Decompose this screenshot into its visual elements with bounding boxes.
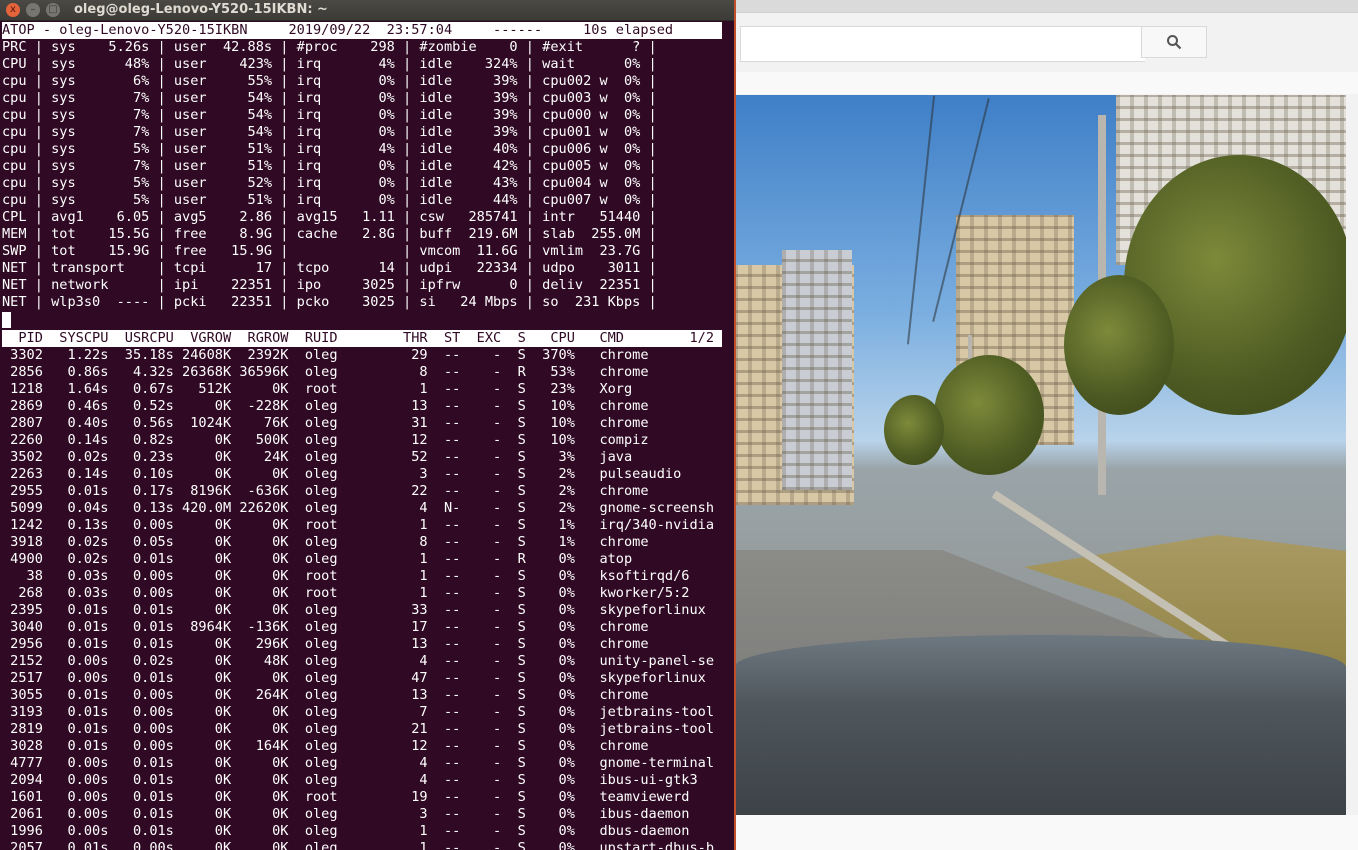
process-row: 1601 0.00s 0.01s 0K 0K root 19 -- - S 0%… (2, 789, 690, 805)
process-row: 2819 0.01s 0.00s 0K 0K oleg 21 -- - S 0%… (2, 721, 715, 737)
system-line: CPU | sys 48% | user 423% | irq 4% | idl… (2, 56, 657, 72)
system-line: cpu | sys 5% | user 52% | irq 0% | idle … (2, 175, 657, 191)
process-row: 2955 0.01s 0.17s 8196K -636K oleg 22 -- … (2, 483, 649, 499)
system-line: cpu | sys 6% | user 55% | irq 0% | idle … (2, 73, 657, 89)
system-line: MEM | tot 15.5G | free 8.9G | cache 2.8G… (2, 226, 657, 242)
process-row: 1242 0.13s 0.00s 0K 0K root 1 -- - S 1% … (2, 517, 715, 533)
process-row: 38 0.03s 0.00s 0K 0K root 1 -- - S 0% ks… (2, 568, 690, 584)
car-hood (734, 635, 1346, 815)
system-line: cpu | sys 7% | user 51% | irq 0% | idle … (2, 158, 657, 174)
process-row: 2152 0.00s 0.02s 0K 48K oleg 4 -- - S 0%… (2, 653, 715, 669)
close-icon: x (10, 4, 16, 15)
atop-header: ATOP - oleg-Lenovo-Y520-15IKBN 2019/09/2… (2, 22, 722, 39)
system-line: cpu | sys 5% | user 51% | irq 0% | idle … (2, 192, 657, 208)
process-row: 3302 1.22s 35.18s 24608K 2392K oleg 29 -… (2, 347, 649, 363)
search-input[interactable] (740, 26, 1145, 62)
close-button[interactable]: x (6, 3, 20, 17)
process-row: 268 0.03s 0.00s 0K 0K root 1 -- - S 0% k… (2, 585, 690, 601)
system-line: NET | network | ipi 22351 | ipo 3025 | i… (2, 277, 657, 293)
system-line: NET | wlp3s0 ---- | pcki 22351 | pcko 30… (2, 294, 657, 310)
process-row: 1996 0.00s 0.01s 0K 0K oleg 1 -- - S 0% … (2, 823, 690, 839)
maximize-icon: □ (48, 4, 58, 15)
process-row: 3193 0.01s 0.00s 0K 0K oleg 7 -- - S 0% … (2, 704, 715, 720)
process-row: 2869 0.46s 0.52s 0K -228K oleg 13 -- - S… (2, 398, 649, 414)
trolley-wire (906, 95, 936, 345)
process-table-header: PID SYSCPU USRCPU VGROW RGROW RUID THR S… (2, 330, 722, 347)
process-row: 3040 0.01s 0.01s 8964K -136K oleg 17 -- … (2, 619, 649, 635)
process-row: 1218 1.64s 0.67s 512K 0K root 1 -- - S 2… (2, 381, 633, 397)
video-player[interactable] (734, 95, 1346, 815)
maximize-button[interactable]: □ (46, 3, 60, 17)
process-row: 2517 0.00s 0.01s 0K 0K oleg 47 -- - S 0%… (2, 670, 706, 686)
process-row: 3502 0.02s 0.23s 0K 24K oleg 52 -- - S 3… (2, 449, 633, 465)
terminal-cursor (2, 312, 11, 328)
window-titlebar[interactable]: x – □ oleg@oleg-Lenovo-Y520-15IKBN: ~ (0, 0, 734, 21)
process-row: 2061 0.00s 0.01s 0K 0K oleg 3 -- - S 0% … (2, 806, 690, 822)
process-row: 4777 0.00s 0.01s 0K 0K oleg 4 -- - S 0% … (2, 755, 715, 771)
system-line: cpu | sys 7% | user 54% | irq 0% | idle … (2, 107, 657, 123)
terminal-content[interactable]: ATOP - oleg-Lenovo-Y520-15IKBN 2019/09/2… (2, 22, 732, 850)
process-row: 2807 0.40s 0.56s 1024K 76K oleg 31 -- - … (2, 415, 649, 431)
content-strip (734, 72, 1358, 94)
system-line: NET | transport | tcpi 17 | tcpo 14 | ud… (2, 260, 657, 276)
process-row: 2094 0.00s 0.01s 0K 0K oleg 4 -- - S 0% … (2, 772, 698, 788)
process-row: 3055 0.01s 0.00s 0K 264K oleg 13 -- - S … (2, 687, 649, 703)
tree (1064, 275, 1174, 415)
minimize-icon: – (30, 4, 36, 15)
window-title: oleg@oleg-Lenovo-Y520-15IKBN: ~ (74, 2, 328, 17)
system-line: cpu | sys 7% | user 54% | irq 0% | idle … (2, 124, 657, 140)
process-row: 2260 0.14s 0.82s 0K 500K oleg 12 -- - S … (2, 432, 649, 448)
system-line: cpu | sys 7% | user 54% | irq 0% | idle … (2, 90, 657, 106)
system-line: PRC | sys 5.26s | user 42.88s | #proc 29… (2, 39, 657, 55)
process-row: 2263 0.14s 0.10s 0K 0K oleg 3 -- - S 2% … (2, 466, 682, 482)
content-below-video (734, 815, 1358, 850)
process-row: 4900 0.02s 0.01s 0K 0K oleg 1 -- - R 0% … (2, 551, 633, 567)
system-line: SWP | tot 15.9G | free 15.9G | | vmcom 1… (2, 243, 657, 259)
system-line: CPL | avg1 6.05 | avg5 2.86 | avg15 1.11… (2, 209, 657, 225)
process-row: 5099 0.04s 0.13s 420.0M 22620K oleg 4 N-… (2, 500, 715, 516)
tree (884, 395, 944, 465)
process-row: 2856 0.86s 4.32s 26368K 36596K oleg 8 --… (2, 364, 649, 380)
building (782, 250, 852, 490)
terminal-window[interactable]: x – □ oleg@oleg-Lenovo-Y520-15IKBN: ~ AT… (0, 0, 734, 850)
search-icon (1167, 35, 1182, 50)
minimize-button[interactable]: – (26, 3, 40, 17)
system-line: cpu | sys 5% | user 51% | irq 4% | idle … (2, 141, 657, 157)
search-button[interactable] (1141, 26, 1207, 58)
process-row: 3028 0.01s 0.00s 0K 164K oleg 12 -- - S … (2, 738, 649, 754)
process-row: 2956 0.01s 0.01s 0K 296K oleg 13 -- - S … (2, 636, 649, 652)
tree (934, 355, 1044, 475)
process-row: 2395 0.01s 0.01s 0K 0K oleg 33 -- - S 0%… (2, 602, 706, 618)
process-row: 3918 0.02s 0.05s 0K 0K oleg 8 -- - S 1% … (2, 534, 649, 550)
process-row: 2057 0.01s 0.00s 0K 0K oleg 1 -- - S 0% … (2, 840, 715, 850)
